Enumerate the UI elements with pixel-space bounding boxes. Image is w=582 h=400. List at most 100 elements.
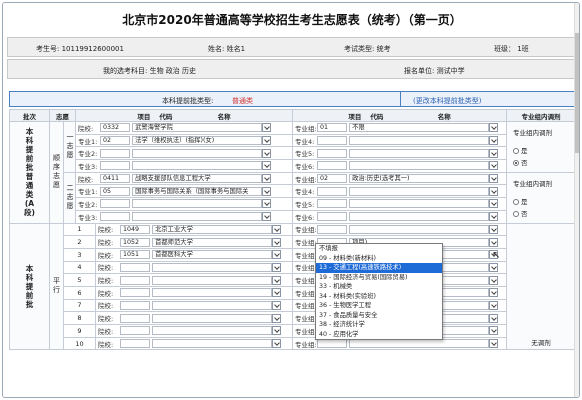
dropdown-option[interactable]: 36 - 生物医学工程 [316,301,442,311]
chevron-down-icon[interactable] [489,212,499,222]
code-input[interactable]: 02 [317,174,348,184]
name-select[interactable] [349,161,490,171]
name-select[interactable]: 首都师范大学 [152,237,273,247]
name-select[interactable]: 战略支援部队信息工程大学 [132,174,263,184]
chevron-down-icon[interactable] [262,174,272,184]
name-select[interactable] [349,339,490,349]
chevron-down-icon[interactable] [262,212,272,222]
change-batch-type-link[interactable]: (更改本科提前批类型) [413,96,481,106]
chevron-down-icon[interactable] [262,123,272,133]
chevron-down-icon[interactable] [489,300,499,310]
name-select[interactable] [152,313,273,323]
dropdown-option[interactable]: 40 - 应用化学 [316,330,442,340]
code-input[interactable] [120,326,150,336]
name-select[interactable] [349,212,490,222]
code-input[interactable] [120,339,150,349]
name-select[interactable] [349,199,490,209]
name-select[interactable] [132,148,263,158]
name-select[interactable] [132,199,263,209]
code-input[interactable] [317,224,348,234]
chevron-down-icon[interactable] [489,186,499,196]
chevron-down-icon[interactable] [489,174,499,184]
name-select[interactable] [349,224,490,234]
code-input[interactable] [120,288,150,298]
name-select[interactable]: 不限 [349,123,490,133]
name-select[interactable]: 国际事务与国际关系（国际事务与国际关 [132,186,263,196]
dropdown-option[interactable]: 09 - 材料类(新材料) [316,254,442,264]
chevron-down-icon[interactable] [489,237,499,247]
code-input[interactable] [317,136,348,146]
name-select[interactable] [152,262,273,272]
code-input[interactable]: 1051 [120,250,150,260]
chevron-down-icon[interactable] [272,313,282,323]
chevron-down-icon[interactable] [272,300,282,310]
chevron-down-icon[interactable] [272,326,282,336]
vertical-scrollbar[interactable] [574,3,579,397]
name-select[interactable]: 首都医科大学 [152,250,273,260]
radio-yes[interactable] [513,147,520,154]
chevron-down-icon[interactable] [489,275,499,285]
name-select[interactable] [152,326,273,336]
chevron-down-icon[interactable] [272,275,282,285]
code-input[interactable] [317,339,348,349]
code-input[interactable] [120,275,150,285]
chevron-down-icon[interactable] [272,237,282,247]
dropdown-option[interactable]: 13 - 交通工程(高速铁路技术) [316,263,442,273]
name-select[interactable]: 北京工业大学 [152,224,273,234]
code-input[interactable] [317,212,348,222]
chevron-down-icon[interactable] [262,161,272,171]
dropdown-option[interactable]: 34 - 材料类(实验班) [316,292,442,302]
name-select[interactable] [132,212,263,222]
chevron-down-icon[interactable] [489,148,499,158]
code-input[interactable] [100,148,130,158]
chevron-down-icon[interactable] [272,288,282,298]
chevron-down-icon[interactable] [262,186,272,196]
code-input[interactable] [100,199,130,209]
code-input[interactable]: 02 [100,136,130,146]
code-input[interactable]: 01 [317,123,348,133]
name-select[interactable] [349,186,490,196]
code-input[interactable] [120,300,150,310]
name-select[interactable]: 法学（维权执法）(指挥)(女) [132,136,263,146]
chevron-down-icon[interactable] [272,339,282,349]
chevron-down-icon[interactable] [489,123,499,133]
dropdown-option[interactable]: 33 - 机械类 [316,282,442,292]
code-input[interactable] [120,313,150,323]
chevron-down-icon[interactable] [272,262,282,272]
dropdown-option[interactable]: 37 - 食品质量与安全 [316,311,442,321]
chevron-down-icon[interactable] [489,339,499,349]
scrollbar-thumb[interactable] [575,33,579,153]
code-input[interactable] [317,161,348,171]
dropdown-option[interactable]: 38 - 经济统计学 [316,320,442,330]
name-select[interactable] [132,161,263,171]
chevron-down-icon[interactable] [489,326,499,336]
chevron-down-icon[interactable] [489,288,499,298]
name-select[interactable] [152,300,273,310]
name-select[interactable] [349,136,490,146]
chevron-down-icon[interactable] [272,250,282,260]
dropdown-option[interactable]: 不填报 [316,244,442,254]
name-select[interactable] [152,275,273,285]
chevron-down-icon[interactable] [262,199,272,209]
code-input[interactable] [317,199,348,209]
chevron-down-icon[interactable] [489,262,499,272]
name-select[interactable] [152,288,273,298]
code-input[interactable]: 0332 [100,123,130,133]
code-input[interactable] [120,262,150,272]
chevron-down-icon[interactable] [262,148,272,158]
chevron-down-icon[interactable] [489,136,499,146]
radio-no[interactable] [513,159,520,166]
code-input[interactable]: 1049 [120,224,150,234]
code-input[interactable] [100,212,130,222]
dropdown-option[interactable]: 19 - 国际经济与贸易(国际贸易) [316,273,442,283]
code-input[interactable] [100,161,130,171]
chevron-down-icon[interactable] [272,224,282,234]
name-select[interactable]: 武警海警学院 [132,123,263,133]
name-select[interactable] [152,339,273,349]
chevron-down-icon[interactable] [262,136,272,146]
chevron-down-icon[interactable] [489,313,499,323]
code-input[interactable] [317,148,348,158]
chevron-down-icon[interactable] [489,199,499,209]
chevron-down-icon[interactable] [489,224,499,234]
radio-no[interactable] [513,210,520,217]
